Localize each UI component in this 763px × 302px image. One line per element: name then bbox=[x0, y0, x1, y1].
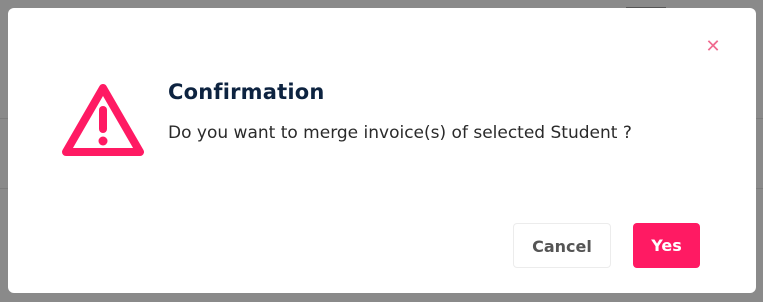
dialog-message: Do you want to merge invoice(s) of selec… bbox=[168, 123, 632, 143]
dialog-title: Confirmation bbox=[168, 80, 325, 104]
warning-triangle-icon bbox=[62, 84, 144, 156]
background-element bbox=[626, 0, 666, 8]
close-icon: ✕ bbox=[705, 36, 721, 57]
background-divider bbox=[756, 188, 763, 189]
confirmation-dialog: ✕ Confirmation Do you want to merge invo… bbox=[8, 8, 756, 293]
background-divider bbox=[0, 188, 8, 189]
cancel-button[interactable]: Cancel bbox=[513, 223, 611, 268]
background-divider bbox=[0, 118, 8, 119]
close-button[interactable]: ✕ bbox=[702, 36, 724, 58]
background-divider bbox=[756, 118, 763, 119]
yes-button[interactable]: Yes bbox=[633, 223, 700, 268]
